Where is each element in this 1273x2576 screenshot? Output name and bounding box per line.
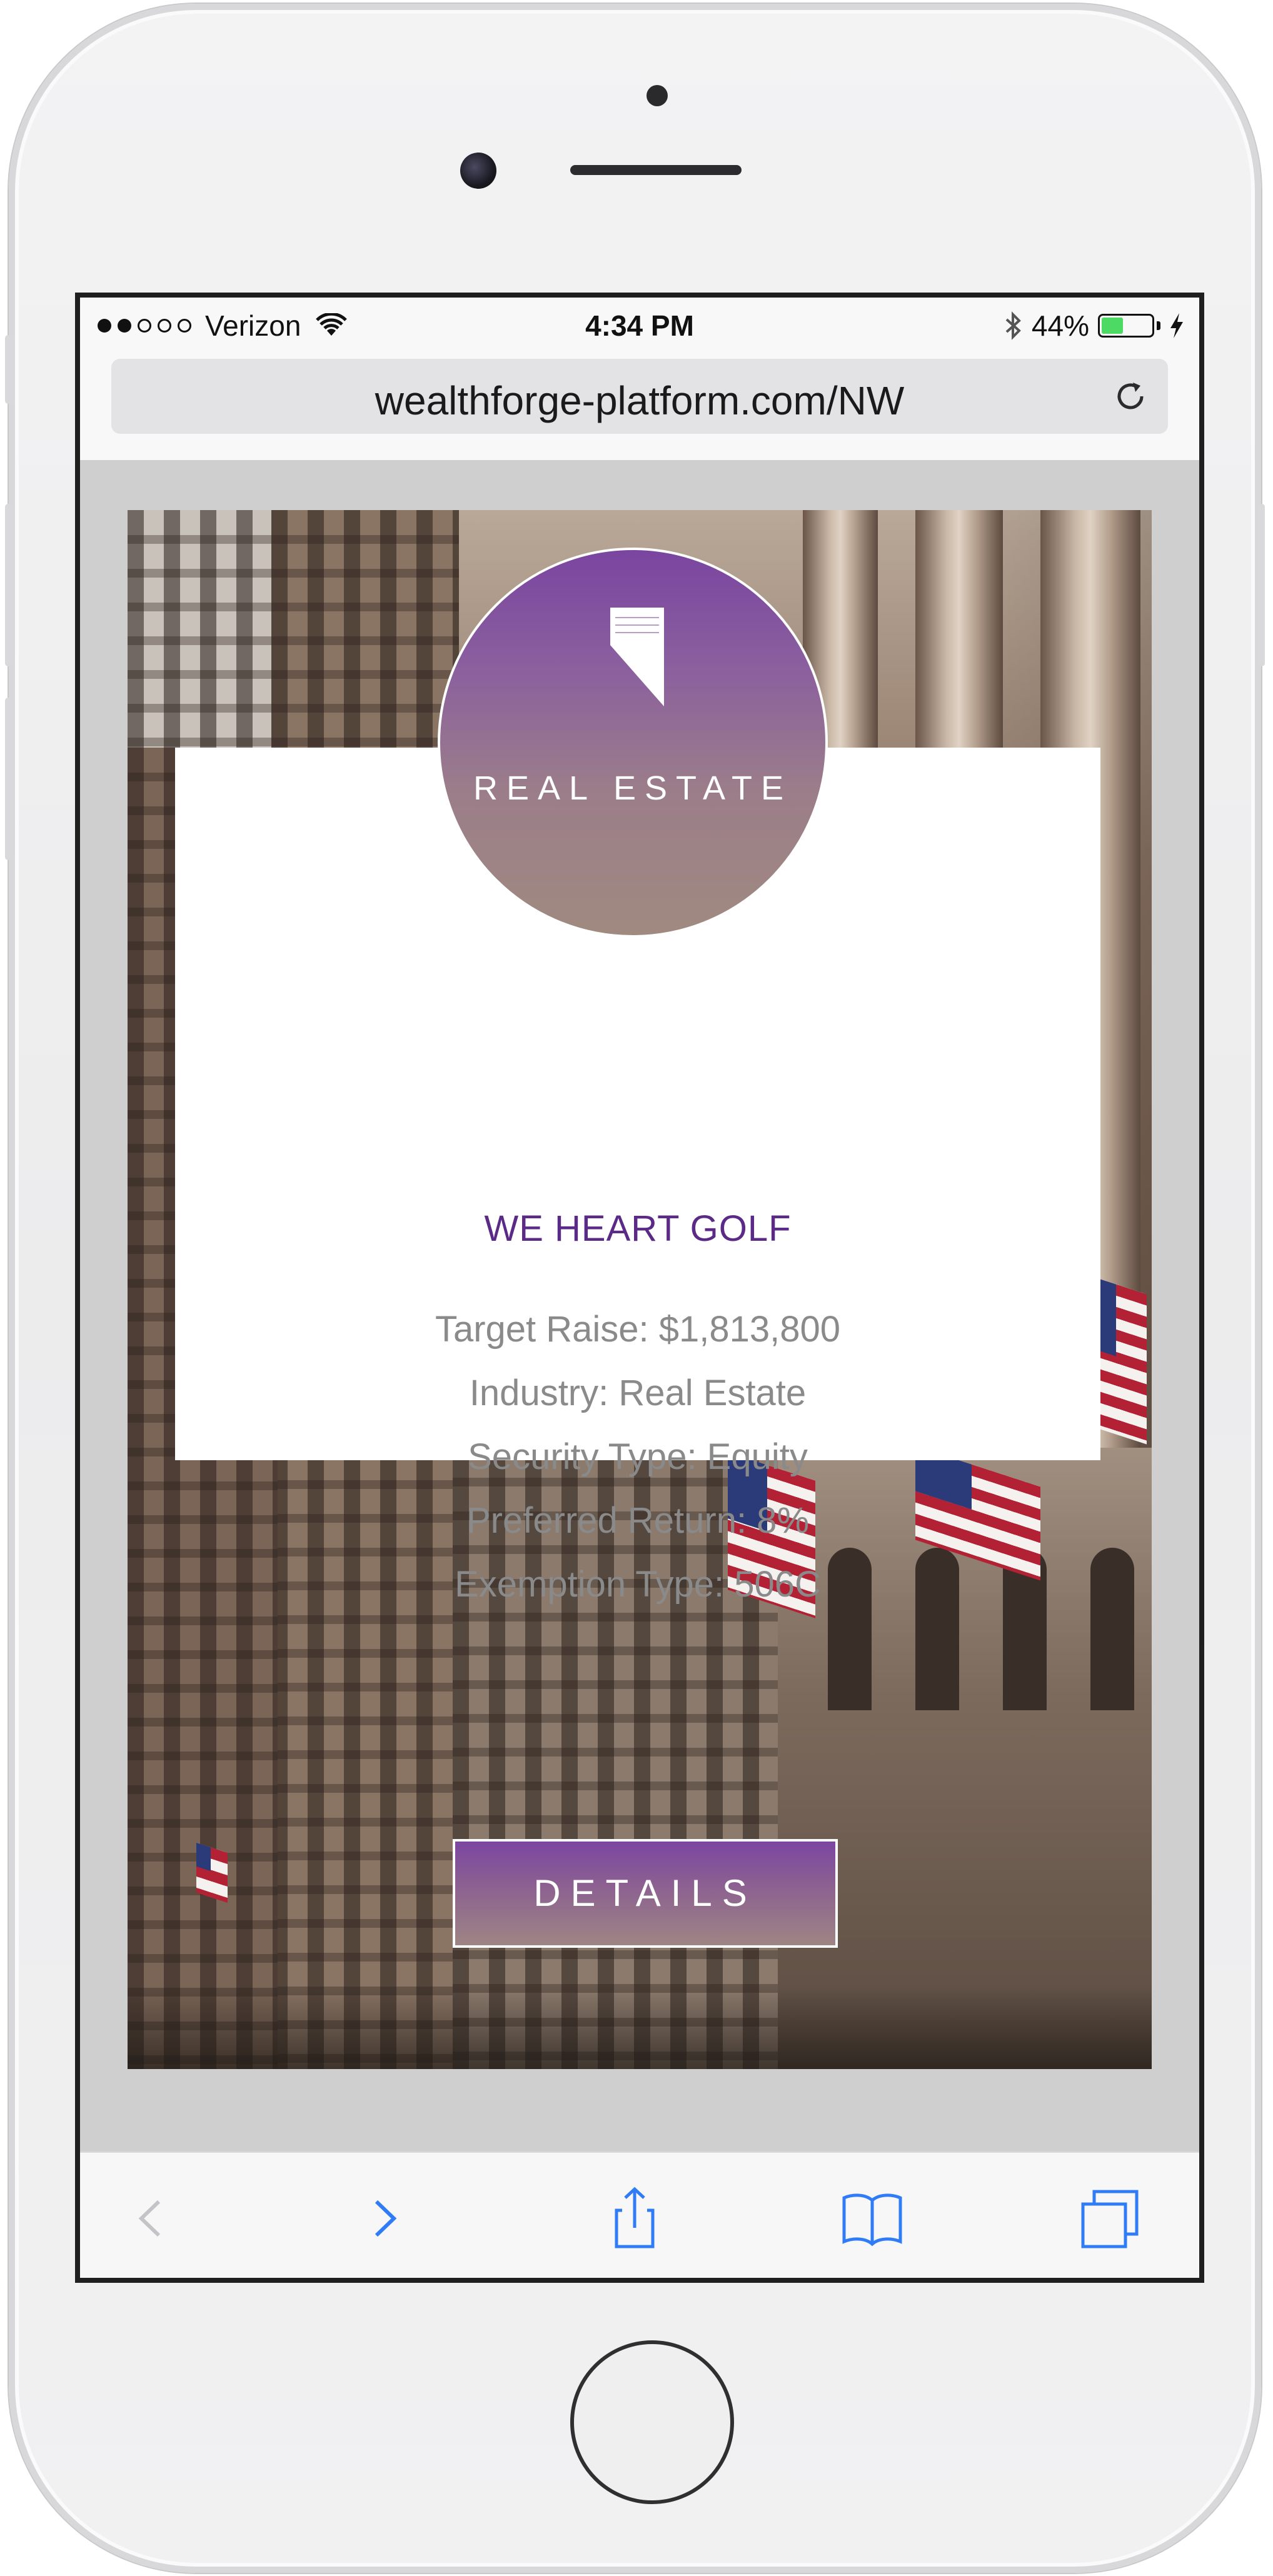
address-bar-area: wealthforge-platform.com/NW — [80, 354, 1199, 460]
book-icon[interactable] — [838, 2184, 907, 2253]
details-button[interactable]: DETAILS — [453, 1839, 838, 1948]
detail-preferred-return: Preferred Return: 8% — [466, 1500, 810, 1541]
detail-security-type: Security Type: Equity — [468, 1436, 808, 1477]
phone-screen: Verizon 4:34 PM 44% wealthforge-platform… — [75, 293, 1204, 2283]
home-button[interactable] — [570, 2340, 734, 2504]
offering-details-list: Target Raise: $1,813,800 Industry: Real … — [175, 1298, 1100, 1616]
volume-up-button — [5, 504, 11, 666]
reload-icon[interactable] — [1112, 378, 1149, 415]
detail-exemption-type: Exemption Type: 506C — [455, 1564, 821, 1605]
charging-bolt-icon — [1170, 313, 1183, 338]
detail-industry: Industry: Real Estate — [469, 1373, 807, 1413]
battery-tip — [1157, 321, 1160, 330]
offering-title[interactable]: WE HEART GOLF — [175, 1208, 1100, 1250]
building-icon — [610, 608, 664, 706]
mute-switch — [5, 335, 11, 404]
category-label: REAL ESTATE — [473, 769, 793, 807]
status-right: 44% — [1004, 309, 1184, 343]
category-badge: REAL ESTATE — [438, 548, 828, 938]
earpiece-speaker — [570, 165, 742, 175]
tabs-icon[interactable] — [1075, 2184, 1144, 2253]
power-button — [1259, 504, 1265, 666]
bluetooth-icon — [1005, 311, 1021, 340]
status-bar: Verizon 4:34 PM 44% — [80, 298, 1199, 354]
detail-target-raise: Target Raise: $1,813,800 — [435, 1309, 841, 1350]
chevron-right-icon[interactable] — [349, 2184, 418, 2253]
browser-toolbar — [80, 2152, 1199, 2278]
front-camera — [460, 153, 496, 189]
proximity-sensor — [647, 85, 668, 106]
volume-down-button — [5, 698, 11, 860]
address-bar[interactable]: wealthforge-platform.com/NW — [111, 359, 1168, 434]
offering-card: WE HEART GOLF Target Raise: $1,813,800 I… — [128, 510, 1152, 2069]
share-icon[interactable] — [600, 2184, 669, 2253]
url-text: wealthforge-platform.com/NW — [375, 378, 905, 423]
battery-icon — [1098, 314, 1154, 338]
battery-fill — [1102, 318, 1124, 334]
battery-percent: 44% — [1031, 309, 1089, 342]
chevron-left-icon[interactable] — [118, 2184, 186, 2253]
